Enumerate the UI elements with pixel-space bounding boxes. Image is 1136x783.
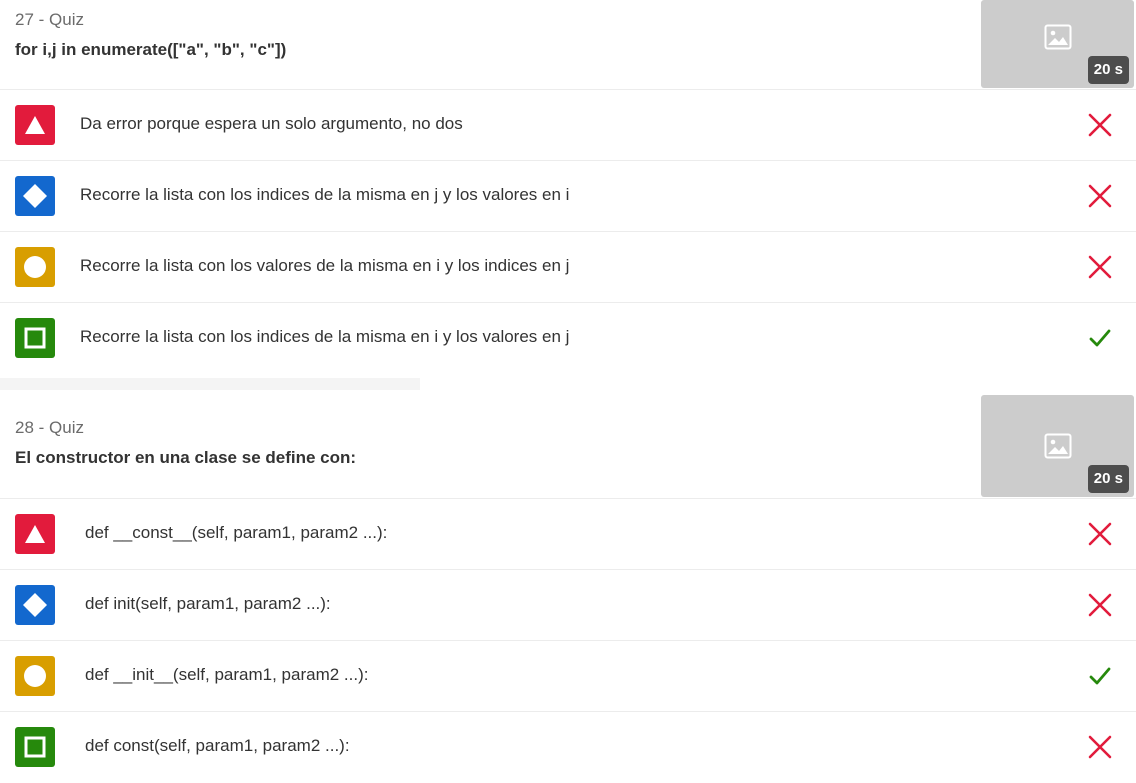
square-shape-icon (15, 318, 55, 358)
question-card-27: 27 - Quiz for i,j in enumerate(["a", "b"… (0, 0, 1136, 379)
time-limit-badge: 20 s (1087, 465, 1129, 493)
answer-row: Recorre la lista con los indices de la m… (0, 303, 1136, 379)
cross-icon (1086, 733, 1114, 761)
cross-icon (1086, 253, 1114, 281)
answer-text: def __init__(self, param1, param2 ...): (85, 665, 369, 684)
question-card-28: 28 - Quiz El constructor en una clase se… (0, 390, 1136, 783)
check-icon (1086, 662, 1114, 690)
answer-row: Recorre la lista con los valores de la m… (0, 232, 1136, 303)
answer-row: Da error porque espera un solo argumento… (0, 90, 1136, 161)
image-placeholder-icon (1044, 433, 1072, 459)
question-number-label: 28 - Quiz (15, 418, 84, 437)
circle-shape-icon (15, 656, 55, 696)
answer-text: def init(self, param1, param2 ...): (85, 594, 331, 613)
diamond-shape-icon (15, 176, 55, 216)
answer-text: Da error porque espera un solo argumento… (80, 114, 463, 133)
question-header: 28 - Quiz El constructor en una clase se… (0, 390, 1136, 499)
answer-row: def __init__(self, param1, param2 ...): (0, 641, 1136, 712)
question-text: for i,j in enumerate(["a", "b", "c"]) (15, 40, 287, 59)
cross-icon (1086, 182, 1114, 210)
answer-row: def init(self, param1, param2 ...): (0, 570, 1136, 641)
cross-icon (1086, 111, 1114, 139)
check-icon (1086, 324, 1114, 352)
question-thumbnail[interactable]: 20 s (981, 395, 1134, 497)
answer-text: def const(self, param1, param2 ...): (85, 736, 350, 755)
answer-row: def const(self, param1, param2 ...): (0, 712, 1136, 783)
question-number-label: 27 - Quiz (15, 10, 84, 29)
cross-icon (1086, 520, 1114, 548)
question-text: El constructor en una clase se define co… (15, 448, 357, 467)
triangle-shape-icon (15, 105, 55, 145)
answer-row: def __const__(self, param1, param2 ...): (0, 499, 1136, 570)
answer-row: Recorre la lista con los indices de la m… (0, 161, 1136, 232)
answer-text: Recorre la lista con los valores de la m… (80, 256, 570, 275)
square-shape-icon (15, 727, 55, 767)
diamond-shape-icon (15, 585, 55, 625)
image-placeholder-icon (1044, 24, 1072, 50)
cross-icon (1086, 591, 1114, 619)
circle-shape-icon (15, 247, 55, 287)
time-limit-badge: 20 s (1087, 56, 1129, 84)
question-header: 27 - Quiz for i,j in enumerate(["a", "b"… (0, 0, 1136, 90)
answer-text: Recorre la lista con los indices de la m… (80, 327, 570, 346)
answer-text: Recorre la lista con los indices de la m… (80, 185, 570, 204)
question-divider (0, 378, 1136, 390)
triangle-shape-icon (15, 514, 55, 554)
answer-text: def __const__(self, param1, param2 ...): (85, 523, 388, 542)
question-thumbnail[interactable]: 20 s (981, 0, 1134, 88)
